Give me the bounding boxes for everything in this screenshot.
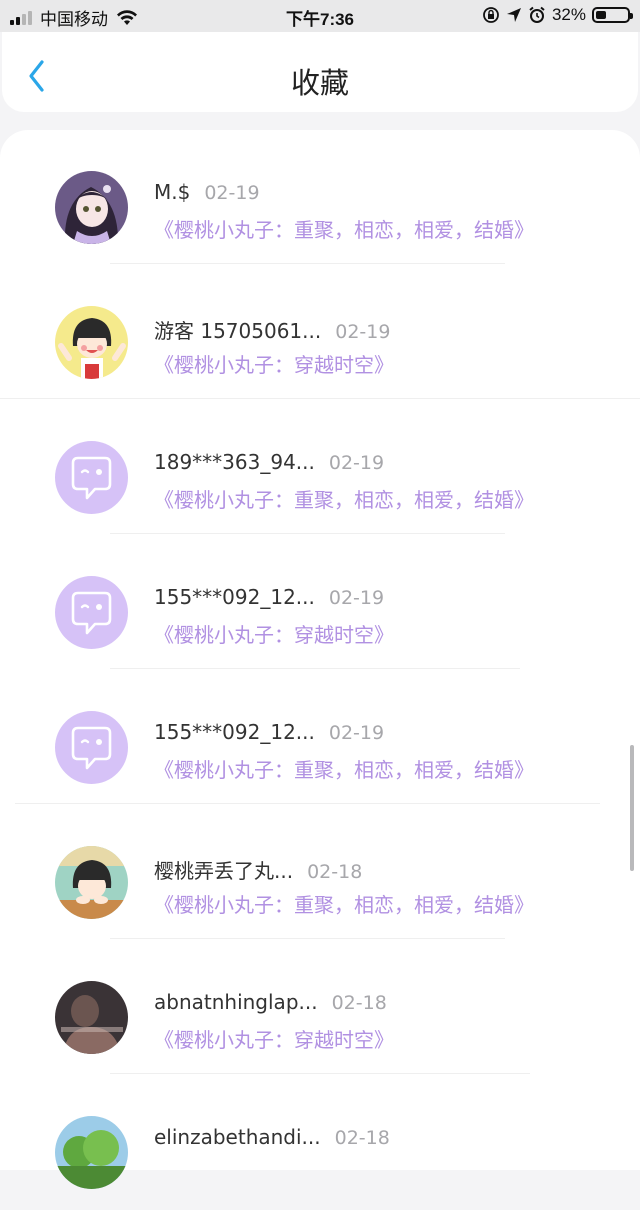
username: 樱桃弄丢了丸... (154, 859, 294, 883)
favorites-list: M.$ 02-19 《樱桃小丸子：重聚，相恋，相爱，结婚》 游客 15705061… (0, 130, 640, 1189)
username: 189***363_94... (154, 450, 315, 474)
maruko-desk-avatar-icon (55, 846, 128, 919)
divider (110, 668, 520, 669)
username: M.$ (154, 180, 191, 204)
divider (0, 398, 640, 399)
user-avatar[interactable] (55, 441, 128, 514)
alarm-icon (529, 6, 545, 23)
maruko-avatar-icon (55, 306, 128, 379)
work-title-link[interactable]: 《樱桃小丸子：重聚，相恋，相爱，结婚》 (154, 889, 534, 918)
name-line: 樱桃弄丢了丸... 02-18 (154, 855, 362, 884)
date-label: 02-19 (204, 182, 260, 204)
username: 游客 15705061... (154, 319, 322, 343)
username: 155***092_12... (154, 720, 315, 744)
default-avatar-icon (55, 441, 128, 514)
work-title-link[interactable]: 《樱桃小丸子：重聚，相恋，相爱，结婚》 (154, 214, 534, 243)
date-label: 02-19 (328, 452, 385, 474)
user-avatar[interactable] (55, 171, 128, 244)
battery-icon (592, 7, 633, 23)
name-line: abnatnhinglap... 02-18 (154, 990, 387, 1014)
scrollbar[interactable] (630, 745, 634, 871)
divider (110, 263, 505, 264)
location-icon (506, 8, 521, 22)
username: abnatnhinglap... (154, 990, 318, 1014)
list-item[interactable]: M.$ 02-19 《樱桃小丸子：重聚，相恋，相爱，结婚》 (0, 130, 640, 265)
dark-photo-avatar-icon (55, 981, 128, 1054)
username: 155***092_12... (154, 585, 315, 609)
list-item[interactable]: 189***363_94... 02-19 《樱桃小丸子：重聚，相恋，相爱，结婚》 (0, 400, 640, 535)
list-item[interactable]: 155***092_12... 02-19 《樱桃小丸子：穿越时空》 (0, 535, 640, 670)
divider (110, 1073, 530, 1074)
list-item[interactable]: elinzabethandi... 02-18 (0, 1075, 640, 1210)
anime-girl-avatar-icon (55, 171, 128, 244)
user-avatar[interactable] (55, 846, 128, 919)
date-label: 02-18 (334, 1127, 390, 1149)
username: elinzabethandi... (154, 1125, 321, 1149)
user-avatar[interactable] (55, 981, 128, 1054)
name-line: elinzabethandi... 02-18 (154, 1125, 390, 1149)
work-title-link[interactable]: 《樱桃小丸子：重聚，相恋，相爱，结婚》 (154, 754, 534, 783)
divider (15, 803, 600, 804)
work-title-link[interactable]: 《樱桃小丸子：重聚，相恋，相爱，结婚》 (154, 484, 534, 513)
list-item[interactable]: abnatnhinglap... 02-18 《樱桃小丸子：穿越时空》 (0, 940, 640, 1075)
user-avatar[interactable] (55, 306, 128, 379)
list-item[interactable]: 155***092_12... 02-19 《樱桃小丸子：重聚，相恋，相爱，结婚》 (0, 670, 640, 805)
date-label: 02-18 (307, 861, 363, 883)
name-line: 游客 15705061... 02-19 (154, 315, 390, 344)
status-bar: 中国移动 下午7:36 32% (0, 0, 640, 32)
date-label: 02-18 (331, 992, 387, 1014)
name-line: M.$ 02-19 (154, 180, 260, 204)
page-title: 收藏 (290, 66, 349, 100)
nav-header: 收藏 (2, 32, 638, 112)
work-title-link[interactable]: 《樱桃小丸子：穿越时空》 (154, 619, 394, 648)
name-line: 155***092_12... 02-19 (154, 585, 384, 609)
user-avatar[interactable] (55, 711, 128, 784)
orientation-lock-icon (483, 7, 499, 23)
user-avatar[interactable] (55, 1116, 128, 1189)
default-avatar-icon (55, 576, 128, 649)
date-label: 02-19 (335, 321, 391, 343)
divider (110, 938, 505, 939)
name-line: 189***363_94... 02-19 (154, 450, 384, 474)
battery-fill (596, 11, 606, 19)
divider (110, 533, 505, 534)
work-title-link[interactable]: 《樱桃小丸子：穿越时空》 (154, 349, 394, 378)
default-avatar-icon (55, 711, 128, 784)
nature-avatar-icon (55, 1116, 128, 1189)
status-right: 32% (476, 5, 633, 25)
battery-percent: 32% (551, 5, 586, 24)
date-label: 02-19 (328, 722, 385, 744)
user-avatar[interactable] (55, 576, 128, 649)
work-title-link[interactable]: 《樱桃小丸子：穿越时空》 (154, 1024, 394, 1053)
date-label: 02-19 (328, 587, 385, 609)
name-line: 155***092_12... 02-19 (154, 720, 384, 744)
list-item[interactable]: 樱桃弄丢了丸... 02-18 《樱桃小丸子：重聚，相恋，相爱，结婚》 (0, 805, 640, 940)
list-item[interactable]: 游客 15705061... 02-19 《樱桃小丸子：穿越时空》 (0, 265, 640, 400)
